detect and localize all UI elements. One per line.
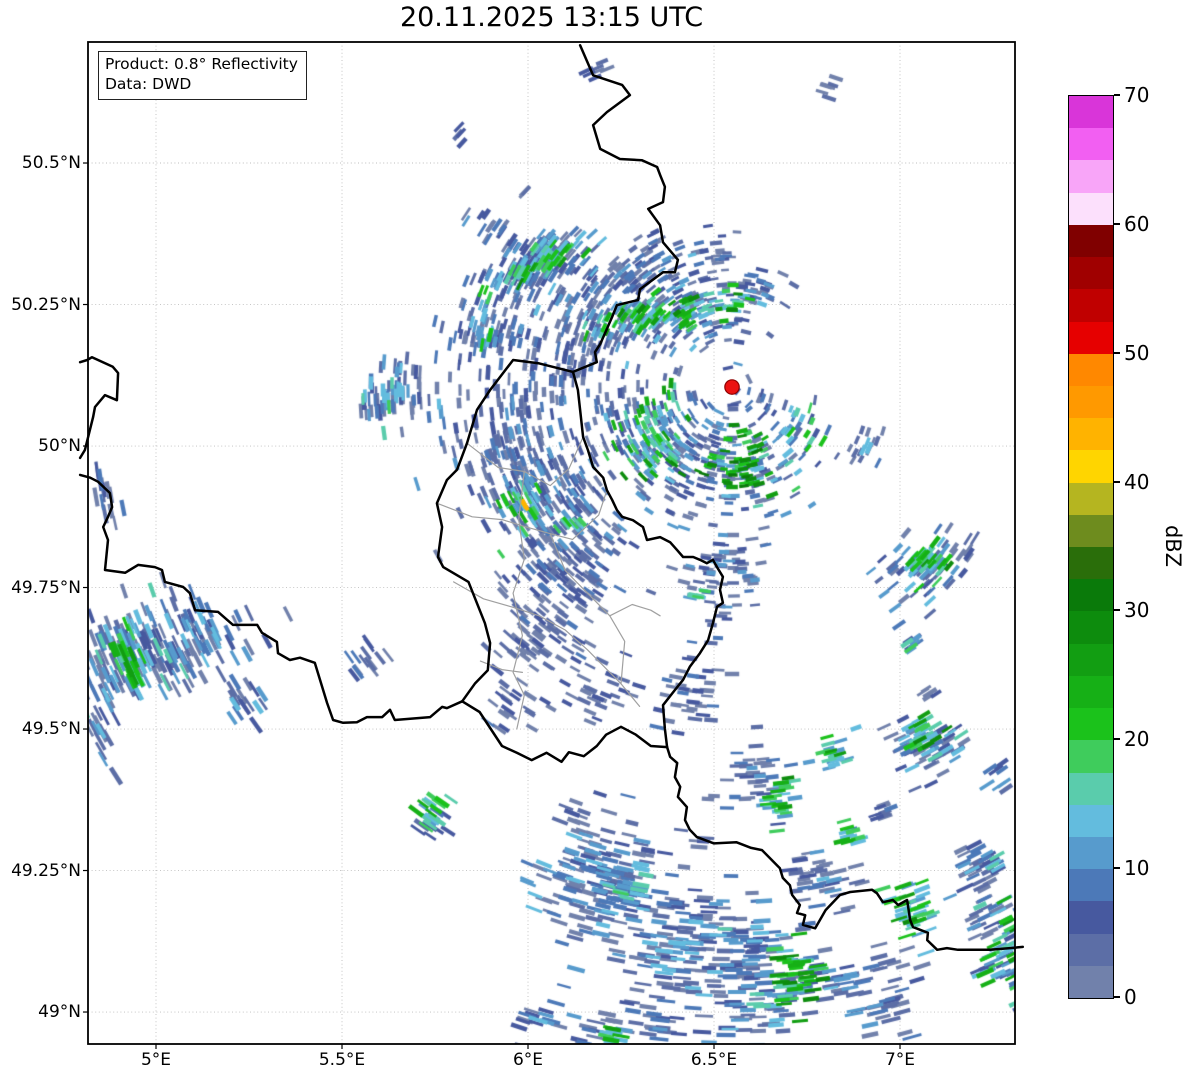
colorbar-segment [1069, 900, 1113, 934]
colorbar-tick-label: 40 [1124, 469, 1150, 494]
radar-echo-layer [88, 42, 1015, 1044]
colorbar-segment [1069, 159, 1113, 193]
colorbar-segment [1069, 95, 1113, 129]
colorbar-tick-label: 10 [1124, 856, 1150, 881]
colorbar-segment [1069, 868, 1113, 902]
colorbar-segment [1069, 127, 1113, 161]
colorbar-segment [1069, 578, 1113, 612]
colorbar-segment [1069, 385, 1113, 419]
y-tick-label: 49.25°N [11, 860, 81, 881]
y-tick-label: 49°N [38, 1002, 81, 1023]
colorbar-tick-label: 50 [1124, 340, 1150, 365]
colorbar-tick-label: 60 [1124, 211, 1150, 236]
radar-figure: 20.11.2025 13:15 UTC Product: 0.8° Refle… [0, 0, 1202, 1081]
annotation-data-line: Data: DWD [105, 75, 192, 94]
colorbar-segment [1069, 321, 1113, 354]
product-annotation-box: Product: 0.8° Reflectivity Data: DWD [98, 51, 307, 100]
colorbar-segment [1069, 417, 1113, 451]
colorbar-segment [1069, 546, 1113, 580]
colorbar-segment [1069, 707, 1113, 741]
colorbar-tick-mark [1114, 738, 1120, 741]
colorbar-segment [1069, 643, 1113, 676]
y-tick-label: 50.5°N [21, 153, 81, 173]
colorbar-tick-label: 30 [1124, 598, 1150, 623]
y-tick-label: 49.75°N [11, 577, 81, 598]
colorbar-tick-mark [1114, 609, 1120, 612]
colorbar-tick-mark [1114, 94, 1120, 96]
colorbar-tick-mark [1114, 222, 1120, 225]
colorbar-segment [1069, 965, 1113, 998]
colorbar-segment [1069, 514, 1113, 547]
colorbar [1068, 95, 1114, 999]
colorbar-segment [1069, 353, 1113, 386]
colorbar-segment [1069, 675, 1113, 709]
colorbar-segment [1069, 192, 1113, 225]
y-tick-label: 49.5°N [21, 719, 81, 740]
y-tick-label: 50°N [38, 436, 81, 456]
colorbar-segment [1069, 772, 1113, 805]
colorbar-segment [1069, 256, 1113, 290]
x-tick-label: 5°E [140, 1050, 172, 1070]
colorbar-tick-label: 20 [1124, 727, 1150, 752]
colorbar-segment [1069, 224, 1113, 258]
colorbar-segment [1069, 804, 1113, 837]
x-tick-label: 6°E [512, 1050, 544, 1070]
colorbar-segment [1069, 288, 1113, 322]
colorbar-segment [1069, 482, 1113, 515]
colorbar-segment [1069, 610, 1113, 644]
colorbar-tick-mark [1114, 480, 1120, 483]
y-tick-label: 50.25°N [11, 294, 81, 315]
colorbar-segment [1069, 739, 1113, 773]
x-tick-label: 5.5°E [318, 1050, 366, 1070]
annotation-product-line: Product: 0.8° Reflectivity [105, 55, 298, 73]
colorbar-tick-mark [1114, 351, 1120, 354]
x-tick-label: 7°E [884, 1050, 916, 1070]
colorbar-tick-mark [1114, 996, 1120, 998]
colorbar-segment [1069, 836, 1113, 870]
colorbar-tick-label: 0 [1124, 985, 1137, 1009]
colorbar-tick-mark [1114, 867, 1120, 870]
x-tick-label: 6.5°E [690, 1050, 738, 1070]
figure-title: 20.11.2025 13:15 UTC [399, 2, 704, 33]
colorbar-segment [1069, 449, 1113, 483]
colorbar-tick-label: 70 [1124, 83, 1150, 107]
colorbar-unit-label: dBZ [1161, 524, 1185, 568]
colorbar-segment [1069, 933, 1113, 966]
